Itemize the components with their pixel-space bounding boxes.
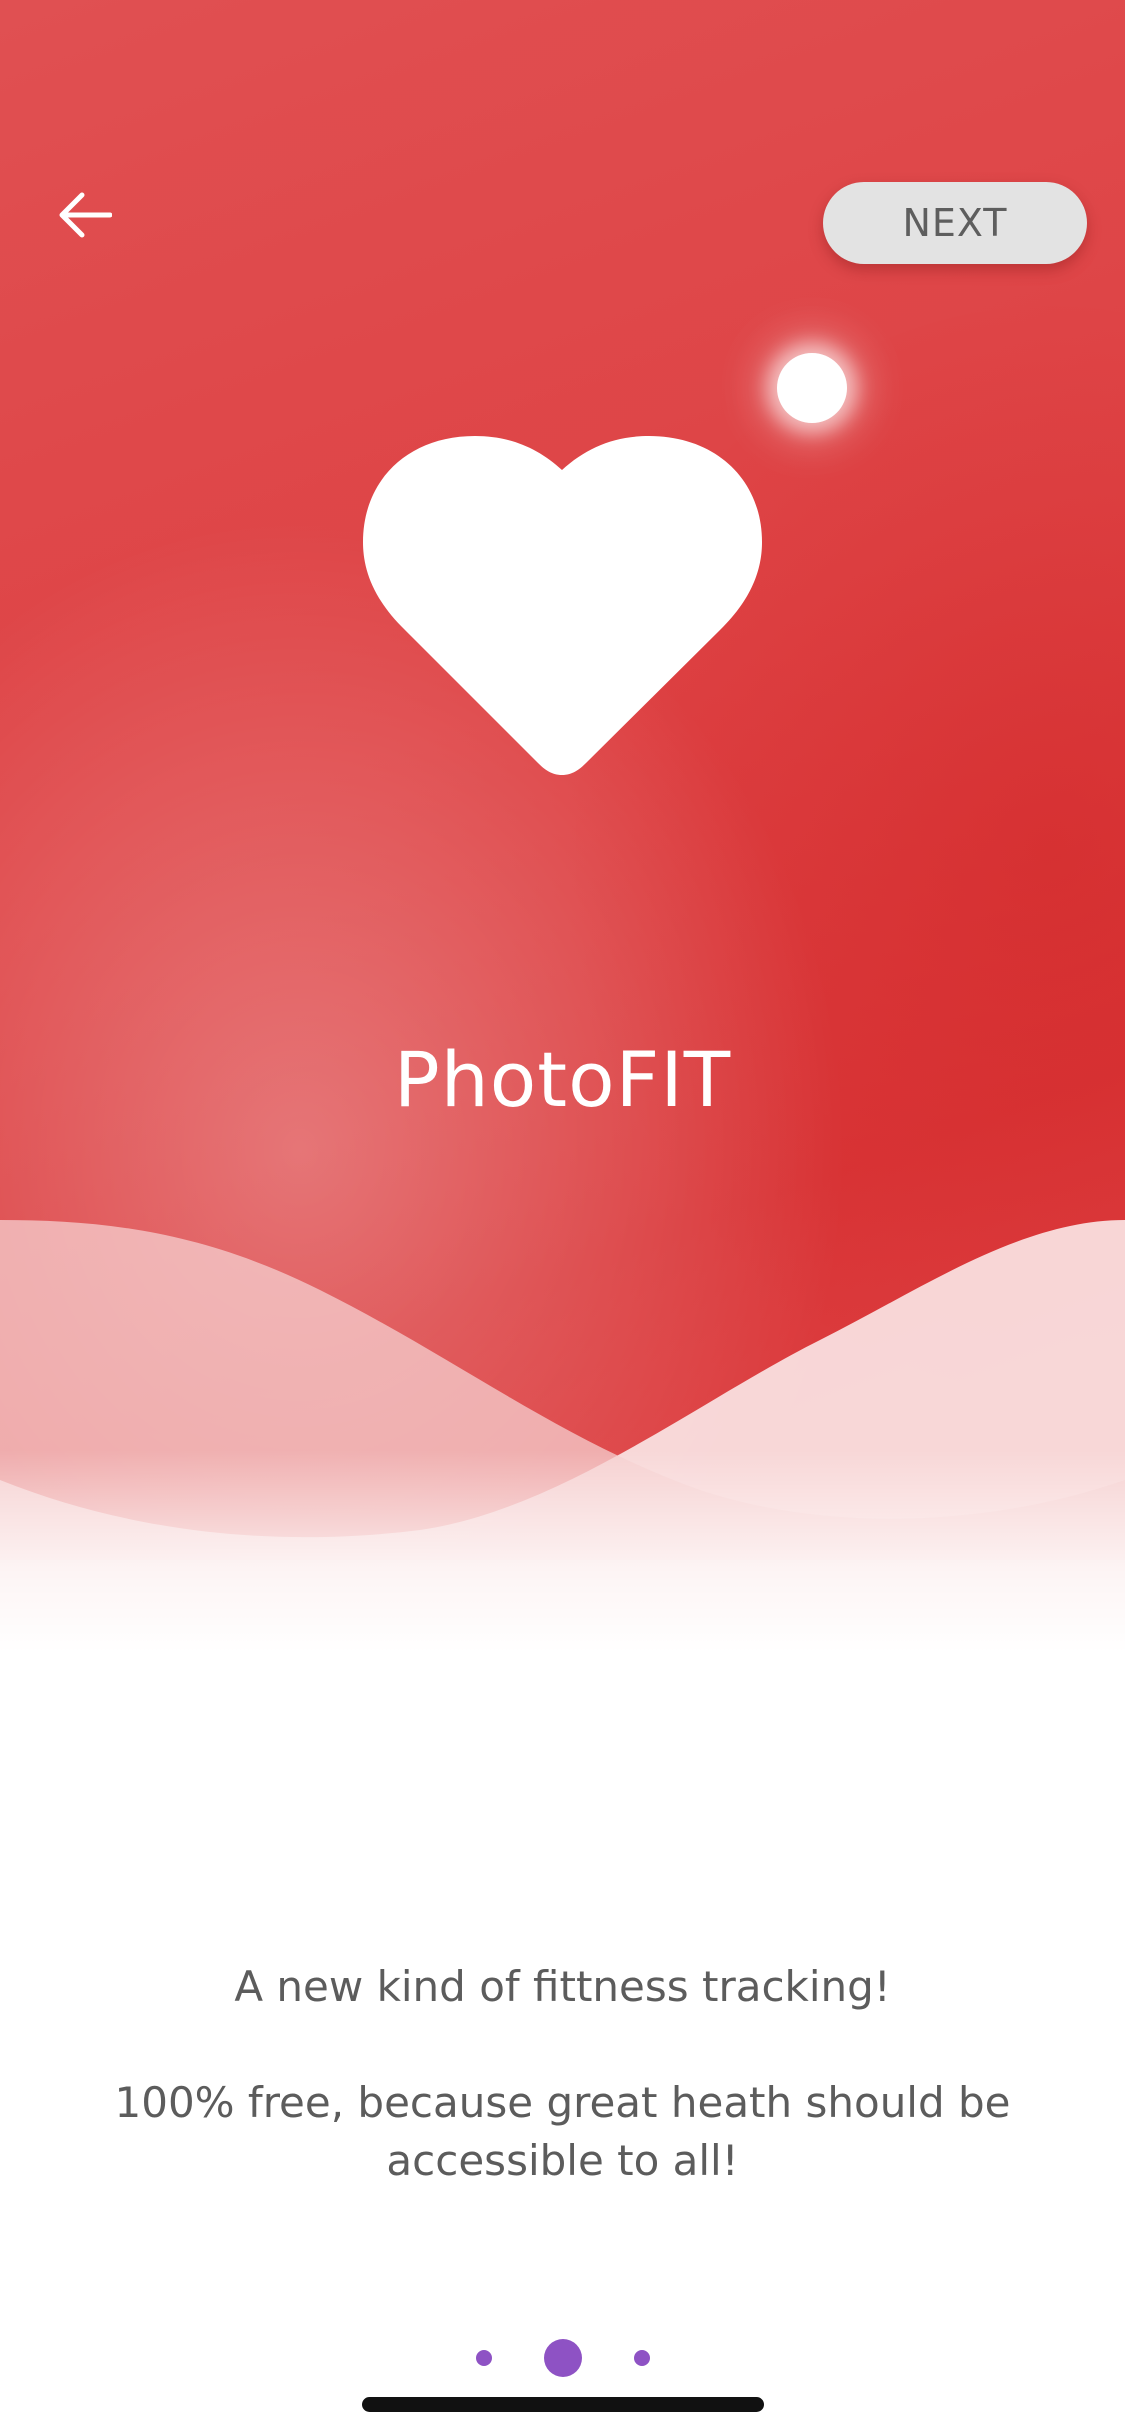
- page-dot-1[interactable]: [475, 2350, 492, 2366]
- next-button[interactable]: NEXT: [823, 182, 1087, 264]
- arrow-left-icon: [59, 192, 112, 238]
- glow-dot: [777, 353, 847, 423]
- back-button[interactable]: [50, 180, 120, 250]
- onboarding-screen: NEXT PhotoFIT A new kind of fittness tra…: [0, 0, 1125, 2436]
- description: 100% free, because great heath should be…: [114, 2078, 1011, 2185]
- page-indicator: [0, 2338, 1125, 2378]
- home-indicator[interactable]: [362, 2397, 764, 2412]
- heart-icon: [360, 430, 765, 790]
- app-title: PhotoFIT: [393, 1035, 732, 1124]
- wave-decoration: [0, 1220, 1125, 1720]
- tagline: A new kind of fittness tracking!: [234, 1962, 891, 2011]
- page-dot-2-active[interactable]: [543, 2339, 582, 2377]
- page-dot-3[interactable]: [633, 2350, 650, 2366]
